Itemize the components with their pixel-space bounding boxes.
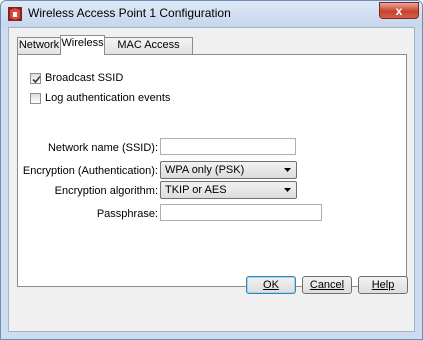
encryption-label: Encryption (Authentication): bbox=[22, 165, 158, 177]
log-auth-events-label: Log authentication events bbox=[45, 92, 171, 104]
wireless-tab-panel: Broadcast SSID Log authentication events… bbox=[17, 54, 407, 287]
log-auth-events-checkbox[interactable] bbox=[30, 93, 41, 104]
check-icon bbox=[32, 75, 41, 84]
tab-network-label: Network bbox=[18, 39, 60, 51]
help-button-label: Help bbox=[371, 279, 395, 291]
tab-mac-access-control[interactable]: MAC Access Control bbox=[104, 37, 193, 66]
dialog-window: Wireless Access Point 1 Configuration x … bbox=[0, 0, 423, 340]
passphrase-label: Passphrase: bbox=[96, 208, 158, 220]
tab-wireless-label: Wireless bbox=[61, 37, 104, 49]
window-title: Wireless Access Point 1 Configuration bbox=[28, 6, 231, 20]
cancel-button[interactable]: Cancel bbox=[302, 276, 352, 294]
close-icon: x bbox=[395, 4, 403, 18]
network-name-label: Network name (SSID): bbox=[47, 142, 158, 154]
encryption-algorithm-label: Encryption algorithm: bbox=[54, 185, 158, 197]
passphrase-field[interactable] bbox=[160, 204, 322, 221]
title-bar[interactable]: Wireless Access Point 1 Configuration x bbox=[1, 1, 422, 27]
cancel-button-label: Cancel bbox=[309, 279, 345, 291]
broadcast-ssid-label: Broadcast SSID bbox=[45, 72, 124, 84]
dialog-client-area: Network Wireless MAC Access Control Broa… bbox=[8, 27, 415, 332]
ok-button-label: OK bbox=[263, 279, 279, 291]
encryption-algorithm-select[interactable]: TKIP or AES bbox=[160, 181, 297, 199]
encryption-algorithm-value: TKIP or AES bbox=[165, 184, 227, 196]
broadcast-ssid-checkbox[interactable] bbox=[30, 73, 41, 84]
encryption-value: WPA only (PSK) bbox=[165, 164, 245, 176]
encryption-select[interactable]: WPA only (PSK) bbox=[160, 161, 297, 179]
tab-wireless[interactable]: Wireless bbox=[60, 35, 105, 55]
ok-button[interactable]: OK bbox=[246, 276, 296, 294]
app-icon bbox=[7, 6, 23, 22]
close-button[interactable]: x bbox=[379, 2, 419, 19]
network-name-field[interactable] bbox=[160, 138, 296, 155]
tab-network[interactable]: Network bbox=[17, 37, 61, 54]
chevron-down-icon bbox=[284, 188, 291, 192]
help-button[interactable]: Help bbox=[358, 276, 408, 294]
chevron-down-icon bbox=[284, 168, 291, 172]
